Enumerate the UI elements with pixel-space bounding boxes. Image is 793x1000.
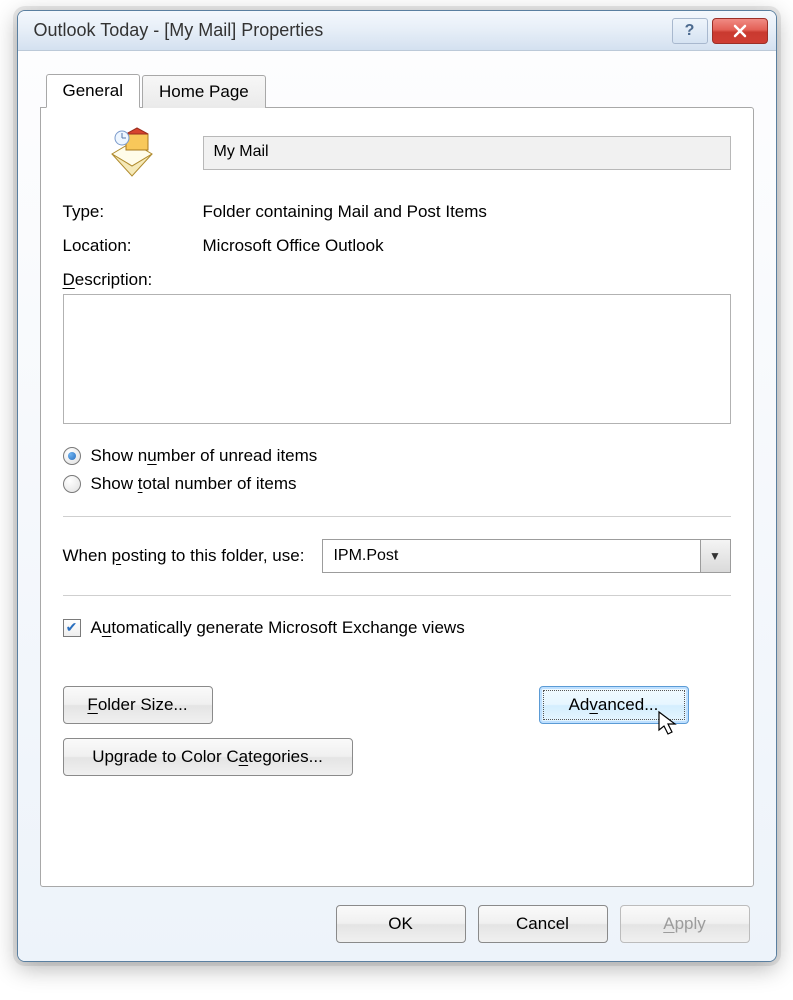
properties-dialog: Outlook Today - [My Mail] Properties ? G… [17,10,777,962]
checkbox-auto-exchange-views[interactable]: Automatically generate Microsoft Exchang… [63,618,731,638]
radio-icon [63,475,81,493]
advanced-button[interactable]: Advanced... [539,686,689,724]
tab-general[interactable]: General [46,74,140,108]
combobox-drop-button[interactable]: ▼ [700,540,730,572]
posting-label: When posting to this folder, use: [63,546,305,566]
chevron-down-icon: ▼ [709,549,721,563]
checkbox-icon [63,619,81,637]
tab-home-page[interactable]: Home Page [142,75,266,108]
close-icon [732,24,748,38]
window-title: Outlook Today - [My Mail] Properties [34,20,668,41]
tab-panel-general: My Mail Type: Folder containing Mail and… [40,107,754,887]
location-value: Microsoft Office Outlook [203,236,384,256]
dialog-footer: OK Cancel Apply [40,905,754,943]
radio-show-total[interactable]: Show total number of items [63,474,731,494]
folder-name-field[interactable]: My Mail [203,136,731,170]
description-input[interactable] [63,294,731,424]
radio-icon [63,447,81,465]
combobox-value: IPM.Post [323,547,699,565]
type-label: Type: [63,202,203,222]
posting-form-combobox[interactable]: IPM.Post ▼ [322,539,730,573]
folder-size-button[interactable]: Folder Size... [63,686,213,724]
upgrade-categories-button[interactable]: Upgrade to Color Categories... [63,738,353,776]
separator [63,595,731,596]
cancel-button[interactable]: Cancel [478,905,608,943]
location-label: Location: [63,236,203,256]
close-button[interactable] [712,18,768,44]
apply-button[interactable]: Apply [620,905,750,943]
radio-show-unread[interactable]: Show number of unread items [63,446,731,466]
tab-strip: General Home Page [40,69,754,107]
folder-icon [63,126,203,180]
ok-button[interactable]: OK [336,905,466,943]
client-area: General Home Page My Mail [18,51,776,961]
title-bar: Outlook Today - [My Mail] Properties ? [18,11,776,51]
help-button[interactable]: ? [672,18,708,44]
type-value: Folder containing Mail and Post Items [203,202,487,222]
description-label: Description: [63,270,731,290]
help-icon: ? [685,22,695,40]
separator [63,516,731,517]
